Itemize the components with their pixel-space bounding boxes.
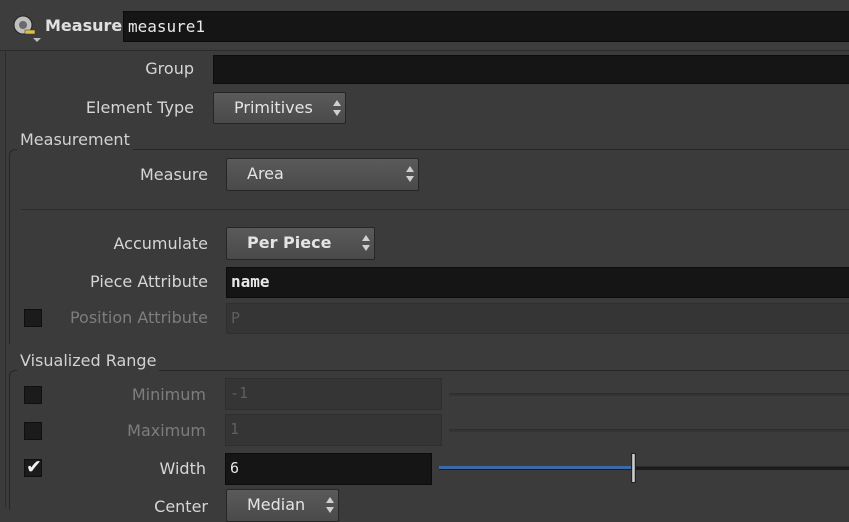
group-label: Group: [145, 59, 194, 78]
position-attribute-label: Position Attribute: [69, 308, 208, 327]
maximum-checkbox[interactable]: [24, 422, 42, 440]
position-attribute-checkbox[interactable]: [24, 309, 42, 327]
dropdown-arrows-icon: [362, 235, 370, 251]
accumulate-menu[interactable]: Per Piece: [226, 227, 375, 260]
separator: [21, 209, 849, 210]
center-menu[interactable]: Median: [226, 489, 339, 522]
element-type-label: Element Type: [85, 98, 194, 117]
center-value: Median: [247, 495, 306, 514]
minimum-label: Minimum: [131, 385, 206, 404]
measure-label: Measure: [140, 165, 208, 184]
dropdown-arrows-icon: [326, 497, 334, 513]
visualized-range-group-title: Visualized Range: [17, 351, 160, 371]
node-name-field[interactable]: measure1: [123, 11, 849, 42]
piece-attribute-label: Piece Attribute: [90, 272, 208, 291]
minimum-checkbox[interactable]: [24, 386, 42, 404]
accumulate-value: Per Piece: [247, 233, 332, 252]
minimum-slider[interactable]: [449, 393, 849, 396]
width-checkbox[interactable]: ✔: [24, 456, 42, 478]
width-slider-fill: [439, 466, 634, 469]
position-attribute-field[interactable]: P: [226, 303, 849, 334]
width-slider-handle[interactable]: [631, 453, 636, 483]
width-label: Width: [159, 459, 206, 478]
piece-attribute-field[interactable]: name: [226, 267, 849, 298]
checkmark-icon: ✔: [26, 456, 42, 478]
dropdown-arrows-icon: [333, 100, 341, 116]
node-type-label: Measure: [45, 16, 123, 35]
group-field[interactable]: [213, 55, 849, 84]
width-slider[interactable]: [439, 453, 849, 483]
measure-menu[interactable]: Area: [226, 158, 419, 191]
maximum-field[interactable]: 1: [225, 414, 442, 446]
maximum-slider[interactable]: [449, 429, 849, 432]
center-label: Center: [154, 497, 208, 516]
width-field[interactable]: 6: [225, 453, 432, 485]
accumulate-label: Accumulate: [113, 234, 209, 253]
measurement-group-title: Measurement: [17, 130, 133, 150]
minimum-field[interactable]: -1: [225, 378, 442, 410]
element-type-value: Primitives: [234, 98, 313, 117]
maximum-label: Maximum: [127, 421, 206, 440]
measure-value: Area: [247, 164, 284, 183]
element-type-menu[interactable]: Primitives: [213, 92, 346, 124]
measure-tape-icon: [11, 12, 41, 42]
panel-left-border: [5, 50, 6, 507]
dropdown-arrows-icon: [406, 166, 414, 182]
